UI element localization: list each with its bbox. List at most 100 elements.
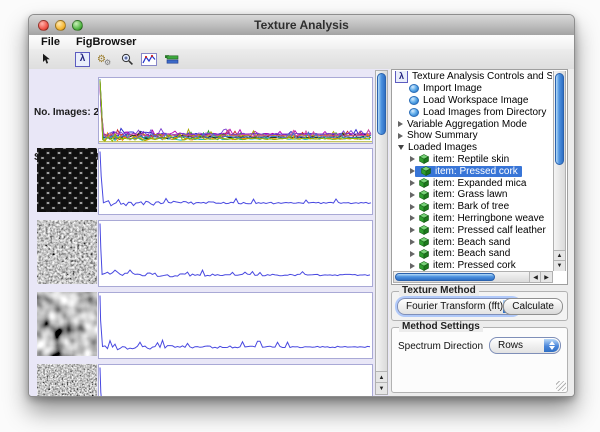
texture-method-dropdown[interactable]: Fourier Transform (fft) — [397, 298, 520, 315]
tree-label: Load Images from Directory — [423, 107, 546, 118]
cube-icon — [419, 178, 429, 188]
tree-item-item-pressed-calf-leather[interactable]: item: Pressed calf leather — [394, 224, 552, 236]
tree-item-item-beach-sand[interactable]: item: Beach sand — [394, 248, 552, 260]
spectrum-plot-grass-lawn — [98, 364, 373, 396]
tree-item-item-expanded-mica[interactable]: item: Expanded mica — [394, 177, 552, 189]
tree-label: item: Pressed cork — [435, 166, 518, 177]
desktop: Texture Analysis File FigBrowser λ ⚙⚙ No. … — [0, 0, 600, 432]
spectrum-direction-label: Spectrum Direction — [398, 341, 483, 352]
texture-method-value: Fourier Transform (fft) — [398, 301, 519, 312]
tree-show-summary[interactable]: Show Summary — [394, 130, 552, 142]
tree-item-item-pressed-cork[interactable]: item: Pressed cork — [394, 165, 552, 177]
menu-figbrowser[interactable]: FigBrowser — [76, 36, 137, 48]
tree-label: item: Beach sand — [433, 237, 510, 248]
content-area: No. Images: 27 Size: 128x128 ▲ ▼ λTextur… — [29, 69, 574, 396]
spectrum-plot-reptile-skin — [98, 148, 373, 215]
chevron-right-icon[interactable] — [398, 133, 403, 139]
controls-tree: λTexture Analysis Controls and SettingsI… — [391, 69, 568, 285]
tree-variable-aggregation-mode[interactable]: Variable Aggregation Mode — [394, 118, 552, 130]
chevron-right-icon[interactable] — [398, 121, 403, 127]
scroll-right-button[interactable]: ▶ — [540, 272, 552, 282]
thumbnail-grass-lawn — [37, 364, 97, 396]
tree-vertical-scrollbar[interactable]: ▲ ▼ — [553, 71, 566, 271]
chevron-right-icon[interactable] — [410, 227, 415, 233]
method-settings-group: Method Settings Spectrum Direction Rows — [391, 327, 568, 393]
chevron-right-icon[interactable] — [410, 180, 415, 186]
spectrum-plot-expanded-mica — [98, 292, 373, 359]
scrollbar-thumb[interactable] — [555, 73, 564, 165]
scroll-down-button[interactable]: ▼ — [376, 382, 387, 394]
dropdown-stepper-icon[interactable] — [544, 339, 559, 352]
chevron-right-icon[interactable] — [410, 239, 415, 245]
left-panel-vertical-scrollbar[interactable]: ▲ ▼ — [375, 70, 388, 395]
pointer-icon[interactable] — [41, 51, 52, 67]
thumbnail-pressed-cork — [37, 220, 97, 284]
tree-label: Show Summary — [407, 130, 478, 141]
scrollbar-thumb[interactable] — [395, 273, 495, 281]
chevron-right-icon[interactable] — [410, 192, 415, 198]
cube-icon — [419, 213, 429, 223]
tree-label: item: Pressed calf leather — [433, 225, 546, 236]
svg-text:⚙: ⚙ — [104, 58, 111, 66]
tree-label: item: Grass lawn — [433, 189, 507, 200]
zoom-in-icon[interactable] — [121, 51, 134, 67]
cube-icon — [419, 237, 429, 247]
chevron-right-icon[interactable] — [410, 156, 415, 162]
calculate-button[interactable]: Calculate — [503, 298, 563, 315]
menu-file[interactable]: File — [41, 36, 60, 48]
action-sphere-icon — [409, 84, 419, 93]
texture-method-group: Texture Method Fourier Transform (fft) C… — [391, 291, 568, 321]
line-plot-icon[interactable] — [141, 51, 157, 67]
tree-label: Import Image — [423, 83, 482, 94]
scroll-down-button[interactable]: ▼ — [554, 260, 565, 271]
tree-load-workspace-image[interactable]: Load Workspace Image — [394, 95, 552, 107]
tree-label: Texture Analysis Controls and Settings — [412, 71, 552, 82]
method-settings-group-label: Method Settings — [399, 321, 483, 332]
tree-row-list: λTexture Analysis Controls and SettingsI… — [394, 71, 552, 271]
texture-analysis-window: Texture Analysis File FigBrowser λ ⚙⚙ No. … — [28, 14, 575, 397]
spectrum-plot-pressed-cork — [98, 220, 373, 287]
tree-texture-analysis-controls-and-settings[interactable]: λTexture Analysis Controls and Settings — [394, 71, 552, 83]
resize-grip[interactable] — [556, 381, 566, 391]
chevron-right-icon[interactable] — [410, 263, 415, 269]
tree-item-item-beach-sand[interactable]: item: Beach sand — [394, 236, 552, 248]
tree-item-item-herringbone-weave[interactable]: item: Herringbone weave — [394, 213, 552, 225]
chevron-right-icon[interactable] — [410, 251, 415, 257]
tree-import-image[interactable]: Import Image — [394, 83, 552, 95]
scrollbar-thumb[interactable] — [377, 73, 386, 135]
tree-item-item-pressed-cork[interactable]: item: Pressed cork — [394, 260, 552, 271]
cube-icon — [419, 154, 429, 164]
tree-item-item-bark-of-tree[interactable]: item: Bark of tree — [394, 201, 552, 213]
gears-icon[interactable]: ⚙⚙ — [97, 51, 114, 67]
tree-load-images-from-directory[interactable]: Load Images from Directory — [394, 106, 552, 118]
action-sphere-icon — [409, 96, 419, 105]
toolbar: λ ⚙⚙ — [29, 49, 574, 70]
tree-label: item: Beach sand — [433, 248, 510, 259]
tree-label: item: Pressed cork — [433, 260, 516, 271]
image-spectra-panel: No. Images: 27 Size: 128x128 ▲ ▼ — [29, 69, 389, 396]
texture-method-group-label: Texture Method — [399, 285, 479, 296]
tree-label: item: Expanded mica — [433, 178, 526, 189]
tree-horizontal-scrollbar[interactable]: ◀ ▶ — [393, 271, 553, 283]
thumbnail-reptile-skin — [37, 148, 97, 212]
tree-label: item: Reptile skin — [433, 154, 509, 165]
tree-item-item-grass-lawn[interactable]: item: Grass lawn — [394, 189, 552, 201]
cube-icon — [419, 190, 429, 200]
num-images-label: No. Images: 27 — [34, 105, 105, 120]
cube-icon — [419, 261, 429, 271]
tree-item-item-reptile-skin[interactable]: item: Reptile skin — [394, 154, 552, 166]
tree-loaded-images[interactable]: Loaded Images — [394, 142, 552, 154]
tree-label: Loaded Images — [408, 142, 477, 153]
cube-icon — [419, 249, 429, 259]
layers-icon[interactable] — [164, 51, 179, 67]
cube-icon — [419, 202, 429, 212]
chevron-down-icon[interactable] — [398, 145, 404, 150]
title-bar[interactable]: Texture Analysis — [29, 15, 574, 36]
cube-icon — [419, 225, 429, 235]
spectrum-direction-dropdown[interactable]: Rows — [489, 337, 561, 354]
lambda-app-icon[interactable]: λ — [75, 51, 90, 67]
cube-icon — [421, 166, 431, 176]
thumbnail-expanded-mica — [37, 292, 97, 356]
chevron-right-icon[interactable] — [410, 204, 415, 210]
chevron-right-icon[interactable] — [410, 215, 415, 221]
